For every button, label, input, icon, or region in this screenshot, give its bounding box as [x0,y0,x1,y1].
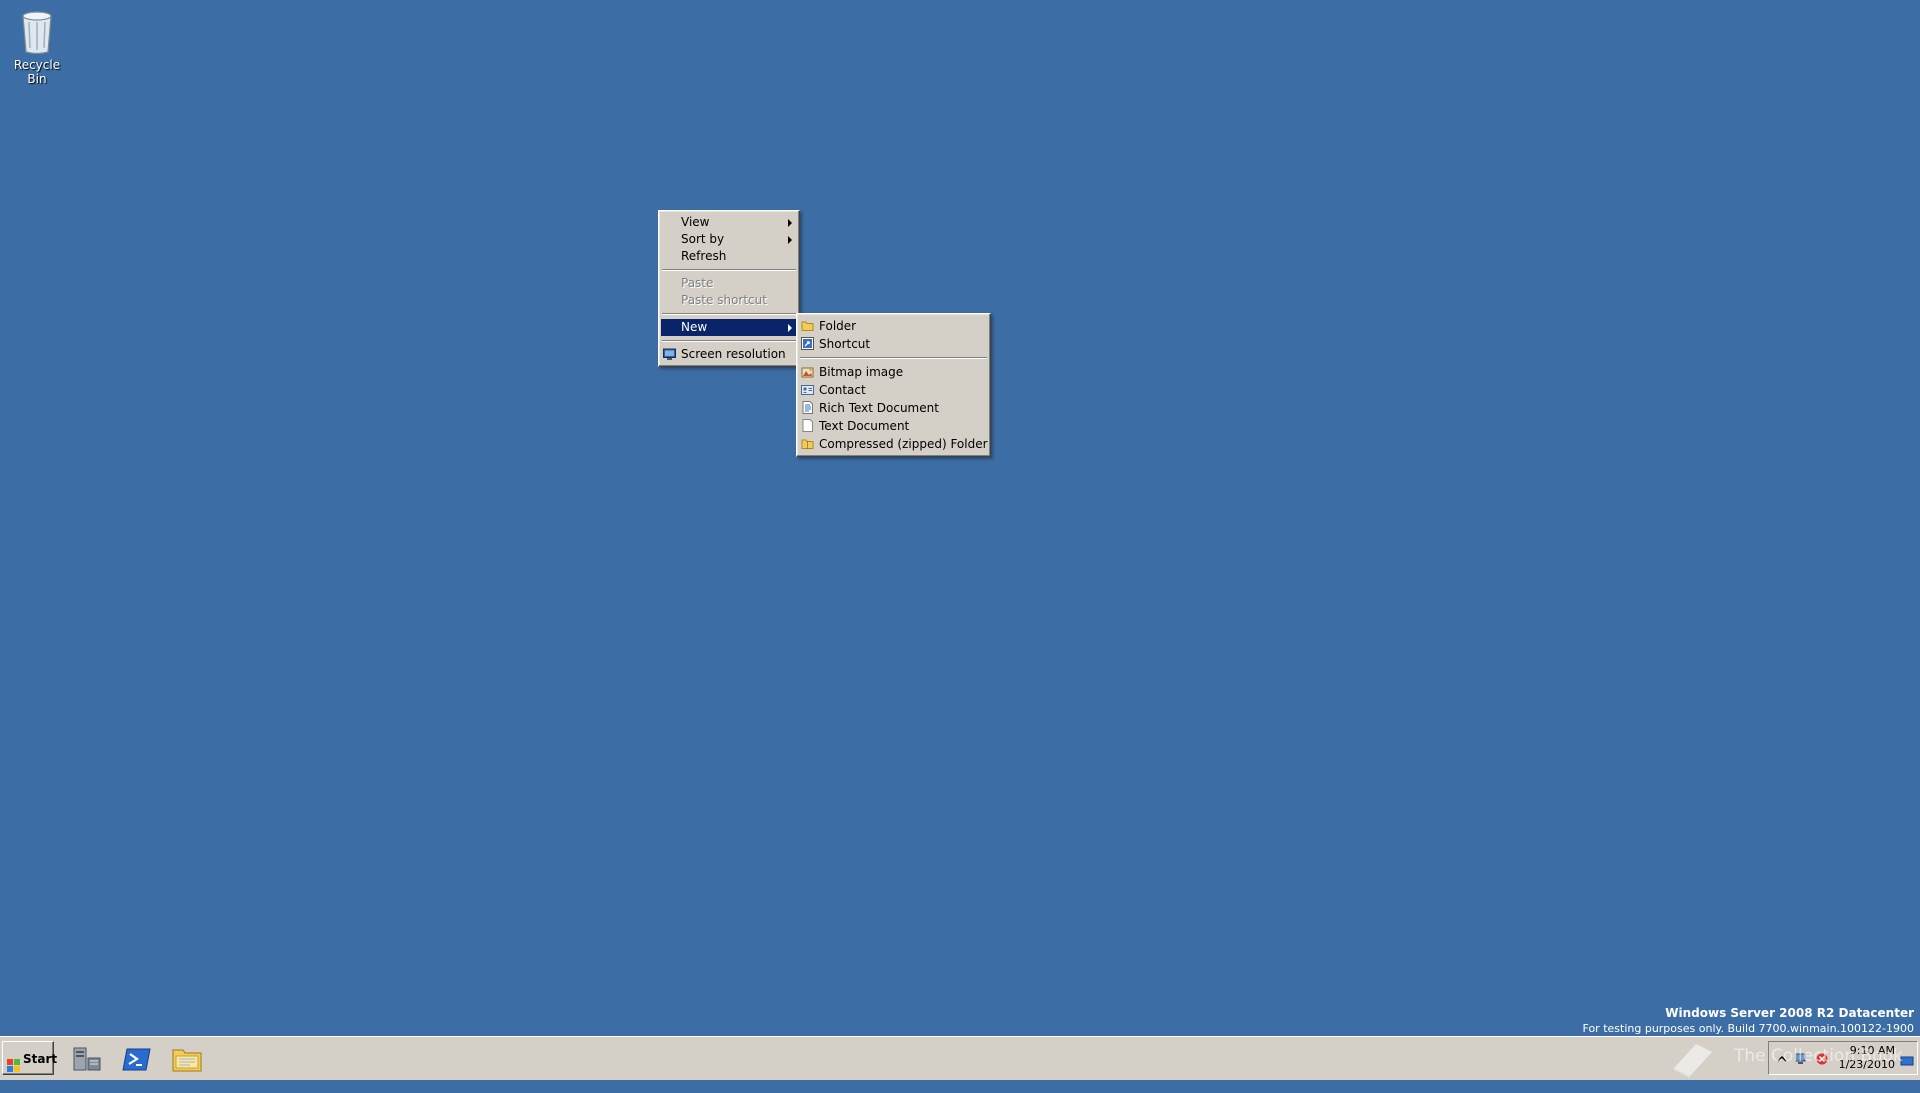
menu-separator [662,340,796,342]
menu-item-label: Paste [681,276,714,290]
menu-item-label: Sort by [681,232,725,246]
menu-item-label: Paste shortcut [681,293,767,307]
rtf-document-icon [801,401,814,414]
submenu-item-bitmap-image[interactable]: Bitmap image [799,363,988,381]
menu-item-label: Compressed (zipped) Folder [819,437,988,451]
os-branding: Windows Server 2008 R2 Datacenter For te… [1583,1005,1914,1036]
server-manager-icon[interactable] [70,1042,104,1076]
recycle-bin-label: Recycle Bin [13,58,61,86]
display-icon [663,348,676,361]
menu-item-label: Folder [819,319,857,333]
start-button[interactable]: Start [2,1041,58,1075]
desktop-context-menu: View Sort by Refresh Paste Paste shortcu… [658,210,800,367]
menu-item-paste-shortcut: Paste shortcut [661,292,797,309]
menu-item-refresh[interactable]: Refresh [661,248,797,265]
recycle-bin-shortcut[interactable]: Recycle Bin [4,6,70,86]
menu-item-label: New [681,320,708,334]
menu-separator [662,269,796,271]
clock-time: 9:10 AM [1849,1044,1895,1057]
system-clock[interactable]: 9:10 AM 1/23/2010 [1839,1044,1895,1072]
text-document-icon [801,419,814,432]
submenu-item-contact[interactable]: Contact [799,381,988,399]
os-build-text: For testing purposes only. Build 7700.wi… [1582,1022,1914,1035]
start-label: Start [23,1052,58,1066]
menu-separator [800,357,987,359]
windows-flag-icon [7,1052,21,1072]
submenu-item-folder[interactable]: Folder [799,317,988,335]
menu-item-label: Screen resolution [681,347,786,361]
menu-separator [662,313,796,315]
zip-folder-icon [801,437,814,450]
menu-item-paste: Paste [661,275,797,292]
explorer-icon[interactable] [170,1042,204,1076]
submenu-item-text-document[interactable]: Text Document [799,417,988,435]
menu-item-label: Contact [819,383,866,397]
menu-item-new[interactable]: New [661,319,797,336]
bitmap-icon [801,365,814,378]
menu-item-label: View [681,215,710,229]
clock-date: 1/23/2010 [1838,1058,1895,1071]
menu-item-label: Rich Text Document [819,401,939,415]
submenu-arrow-icon [788,219,792,227]
menu-item-label: Refresh [681,249,727,263]
submenu-item-rich-text-document[interactable]: Rich Text Document [799,399,988,417]
network-icon[interactable] [1795,1052,1809,1066]
folder-icon [801,319,814,332]
menu-item-screen-resolution[interactable]: Screen resolution [661,346,797,363]
submenu-arrow-icon [788,324,792,332]
taskbar: Start 9:10 AM 1/23/2010 [0,1036,1920,1080]
menu-item-label: Text Document [819,419,910,433]
powershell-icon[interactable] [120,1042,154,1076]
new-submenu: Folder Shortcut Bitmap image Contact Ric… [796,313,991,457]
menu-item-view[interactable]: View [661,214,797,231]
contact-icon [801,383,814,396]
submenu-arrow-icon [788,236,792,244]
action-center-flag-icon[interactable] [1900,1054,1914,1068]
shortcut-icon [801,337,814,350]
submenu-item-compressed-folder[interactable]: Compressed (zipped) Folder [799,435,988,453]
menu-item-label: Shortcut [819,337,871,351]
notification-area: 9:10 AM 1/23/2010 [1768,1041,1918,1075]
menu-item-label: Bitmap image [819,365,904,379]
recycle-bin-icon [17,6,57,56]
show-hidden-icons-icon[interactable] [1775,1052,1789,1066]
error-status-icon[interactable] [1815,1052,1829,1066]
menu-item-sort-by[interactable]: Sort by [661,231,797,248]
submenu-item-shortcut[interactable]: Shortcut [799,335,988,353]
os-edition-text: Windows Server 2008 R2 Datacenter [1665,1006,1914,1020]
